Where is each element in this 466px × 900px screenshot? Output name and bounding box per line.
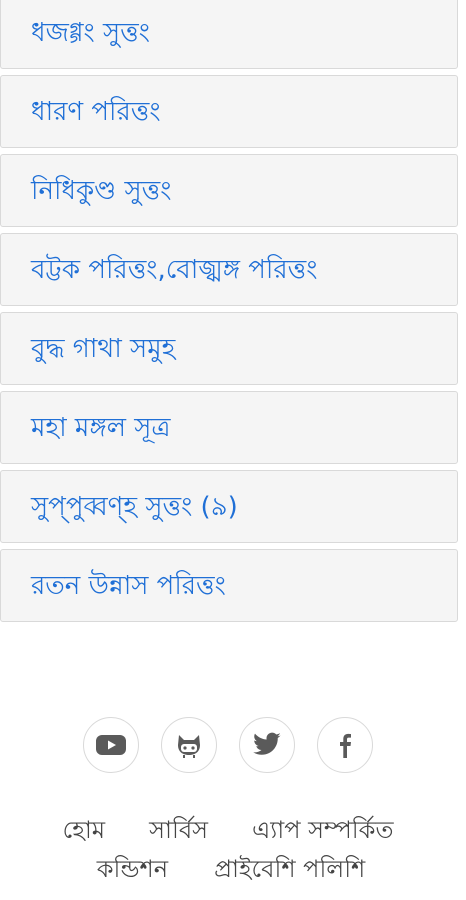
footer-link-home[interactable]: হোম bbox=[63, 812, 106, 852]
footer-link-privacy-policy[interactable]: প্রাইবেশি পলিশি bbox=[214, 851, 365, 891]
list-item-label[interactable]: মহা মঙ্গল সূত্র bbox=[31, 415, 171, 441]
list-item[interactable]: ধারণ পরিত্তং bbox=[0, 75, 458, 148]
list-item-label[interactable]: রতন উন্নাস পরিত্তং bbox=[31, 573, 226, 599]
github-icon bbox=[174, 731, 204, 759]
footer-link-conditions[interactable]: কন্ডিশন bbox=[97, 851, 168, 891]
youtube-button[interactable] bbox=[83, 717, 139, 773]
list-item[interactable]: মহা মঙ্গল সূত্র bbox=[0, 391, 458, 464]
list-item-label[interactable]: বট্টক পরিত্তং,বোজ্ঝঙ্গ পরিত্তং bbox=[31, 257, 317, 283]
facebook-button[interactable] bbox=[317, 717, 373, 773]
github-button[interactable] bbox=[161, 717, 217, 773]
footer-link-service[interactable]: সার্বিস bbox=[149, 812, 208, 852]
list-item[interactable]: ধজগ্গং সুত্তং bbox=[0, 0, 458, 69]
list-item[interactable]: নিধিকুণ্ড সুত্তং bbox=[0, 154, 458, 227]
footer-links-row: হোম সার্বিস এ্যাপ সম্পর্কিত bbox=[0, 812, 466, 852]
twitter-icon bbox=[252, 732, 282, 758]
list-item-label[interactable]: সুপ্‌পুব্বণ্‌হ সুত্তং (৯) bbox=[31, 494, 238, 520]
sutta-list: ধজগ্গং সুত্তং ধারণ পরিত্তং নিধিকুণ্ড সুত… bbox=[0, 0, 458, 622]
facebook-icon bbox=[337, 731, 353, 759]
list-item-label[interactable]: ধজগ্গং সুত্তং bbox=[31, 20, 150, 46]
twitter-button[interactable] bbox=[239, 717, 295, 773]
list-item-label[interactable]: বুদ্ধ গাথা সমুহ bbox=[31, 336, 175, 362]
list-item[interactable]: বট্টক পরিত্তং,বোজ্ঝঙ্গ পরিত্তং bbox=[0, 233, 458, 306]
social-links bbox=[0, 717, 466, 773]
footer-link-about-app[interactable]: এ্যাপ সম্পর্কিত bbox=[252, 812, 393, 852]
list-item-label[interactable]: নিধিকুণ্ড সুত্তং bbox=[31, 178, 171, 204]
list-item[interactable]: রতন উন্নাস পরিত্তং bbox=[0, 549, 458, 622]
list-item[interactable]: সুপ্‌পুব্বণ্‌হ সুত্তং (৯) bbox=[0, 470, 458, 543]
list-item-label[interactable]: ধারণ পরিত্তং bbox=[31, 99, 161, 125]
list-item[interactable]: বুদ্ধ গাথা সমুহ bbox=[0, 312, 458, 385]
footer-links-row: কন্ডিশন প্রাইবেশি পলিশি bbox=[0, 851, 466, 891]
youtube-icon bbox=[95, 733, 127, 757]
